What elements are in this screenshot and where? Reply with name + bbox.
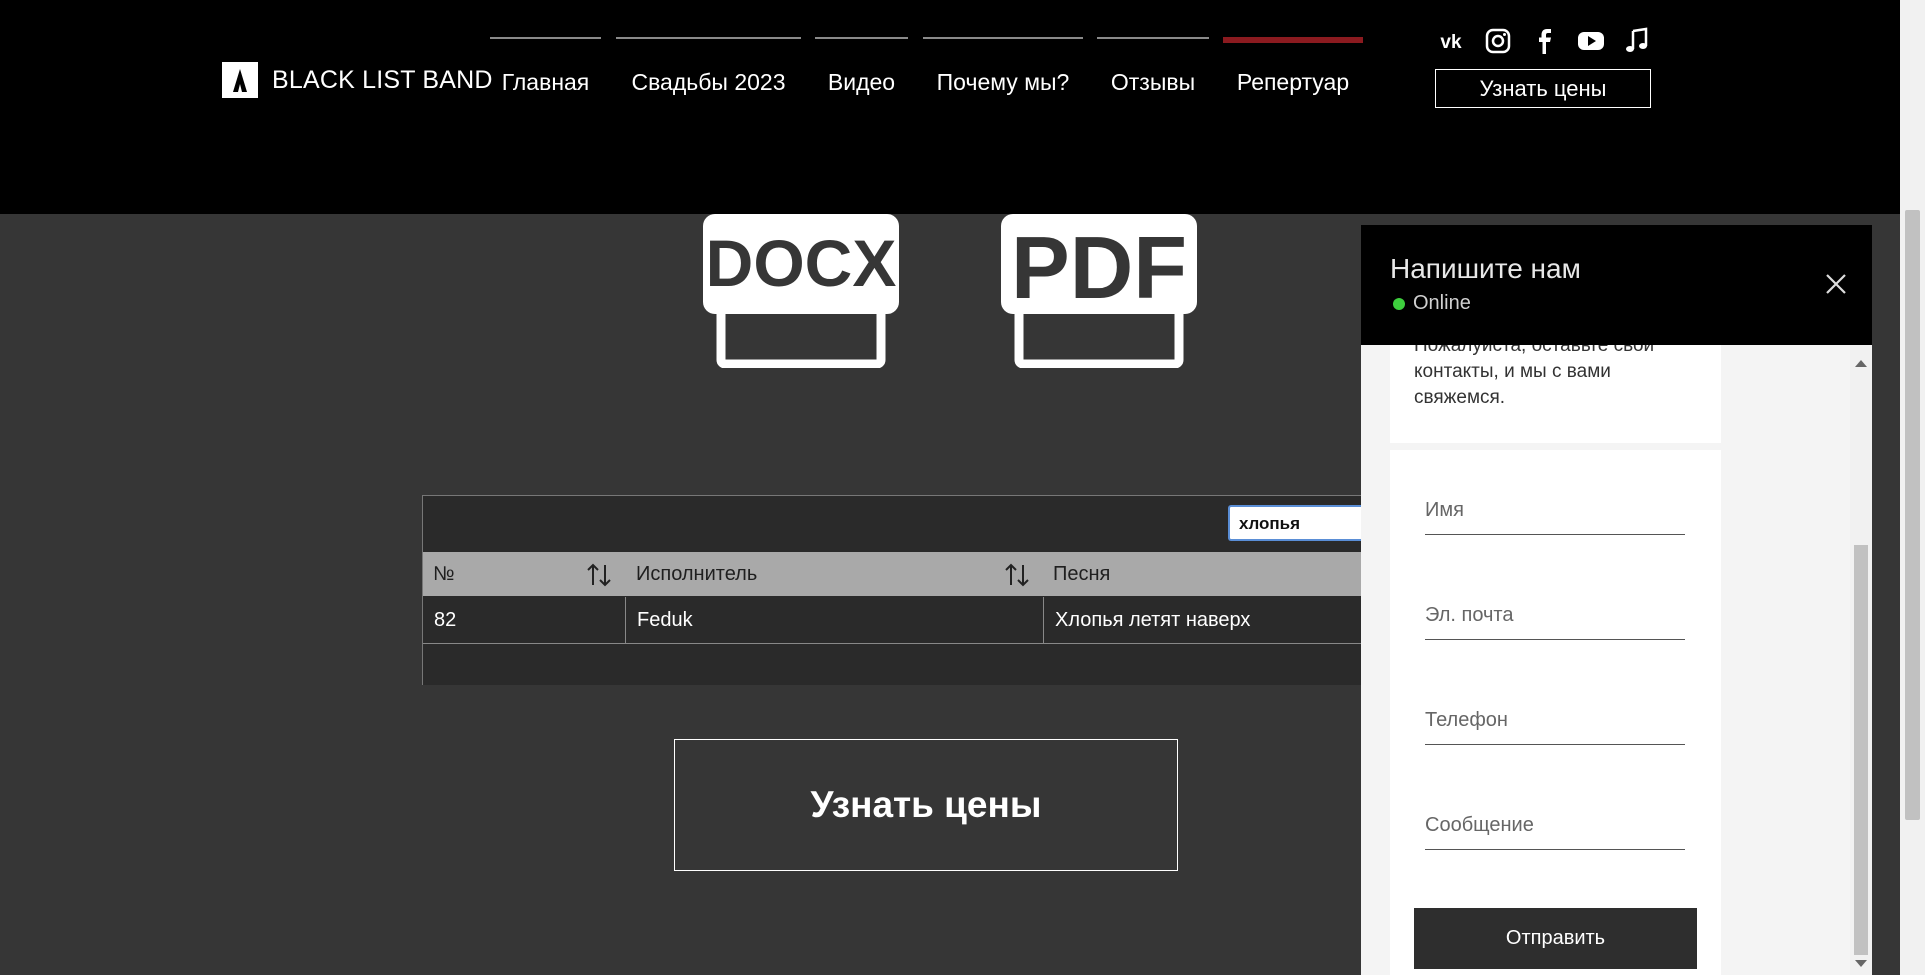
table-header: № Исполнитель Песня: [423, 552, 1363, 596]
nav-item-repertoire[interactable]: Репертуар: [1223, 37, 1363, 97]
column-artist[interactable]: Исполнитель: [636, 552, 757, 596]
nav-label: Свадьбы 2023: [631, 69, 786, 95]
nav-label: Почему мы?: [936, 69, 1070, 95]
sort-icon[interactable]: [585, 561, 613, 589]
vk-icon[interactable]: vk: [1436, 26, 1466, 56]
music-icon[interactable]: [1622, 26, 1652, 56]
nav-label: Репертуар: [1236, 69, 1350, 95]
close-icon[interactable]: [1823, 271, 1849, 297]
scroll-down-icon[interactable]: [1855, 960, 1867, 967]
column-number[interactable]: №: [433, 552, 454, 596]
nav-item-video[interactable]: Видео: [815, 37, 908, 97]
get-prices-button[interactable]: Узнать цены: [674, 739, 1178, 871]
chat-status: Online: [1393, 292, 1471, 315]
phone-input[interactable]: [1425, 698, 1685, 742]
pdf-download-icon[interactable]: PDF: [1001, 214, 1197, 373]
chat-title: Напишите нам: [1390, 253, 1581, 284]
email-input[interactable]: [1425, 593, 1685, 637]
column-song[interactable]: Песня: [1053, 552, 1110, 596]
facebook-icon[interactable]: [1529, 26, 1559, 56]
youtube-icon[interactable]: [1576, 26, 1606, 56]
phone-field[interactable]: [1425, 698, 1685, 745]
svg-text:vk: vk: [1440, 32, 1462, 53]
online-dot-icon: [1393, 297, 1405, 310]
email-field[interactable]: [1425, 593, 1685, 640]
contact-form: Отправить: [1390, 450, 1721, 975]
cell-number: 82: [423, 597, 626, 643]
docx-download-icon[interactable]: DOCX: [703, 214, 899, 373]
table-row: 82 Feduk Хлопья летят наверх: [423, 597, 1363, 644]
table-search-input[interactable]: хлопья: [1228, 505, 1368, 541]
chat-scrollbar[interactable]: [1850, 345, 1872, 975]
submit-button[interactable]: Отправить: [1414, 908, 1697, 969]
chat-body: Пожалуйста, оставьте свои контакты, и мы…: [1390, 335, 1721, 975]
page-scrollbar[interactable]: [1900, 0, 1925, 975]
nav-label: Отзывы: [1110, 69, 1196, 95]
message-field[interactable]: [1425, 803, 1685, 850]
message-input[interactable]: [1425, 803, 1685, 847]
scroll-up-icon[interactable]: [1855, 360, 1867, 367]
nav-label: Главная: [501, 69, 590, 95]
logo-icon: [222, 62, 258, 98]
chat-header: Напишите нам Online: [1361, 225, 1872, 345]
chat-widget: Пожалуйста, оставьте свои контакты, и мы…: [1361, 225, 1872, 975]
page-scrollbar-thumb[interactable]: [1905, 210, 1920, 820]
name-field[interactable]: [1425, 488, 1685, 535]
nav-item-why-us[interactable]: Почему мы?: [923, 37, 1083, 97]
chat-intro-card: Пожалуйста, оставьте свои контакты, и мы…: [1390, 335, 1721, 443]
nav-item-weddings[interactable]: Свадьбы 2023: [616, 37, 801, 97]
chat-status-label: Online: [1413, 292, 1471, 314]
logo[interactable]: BLACK LIST BAND: [222, 62, 493, 98]
instagram-icon[interactable]: [1483, 26, 1513, 56]
nav-item-home[interactable]: Главная: [490, 37, 601, 97]
sort-icon[interactable]: [1003, 561, 1031, 589]
nav-label: Видео: [827, 69, 896, 95]
cell-artist: Feduk: [626, 597, 1044, 643]
logo-text: BLACK LIST BAND: [272, 65, 493, 94]
site-header: BLACK LIST BAND Главная Свадьбы 2023 Вид…: [0, 0, 1900, 214]
pdf-label: PDF: [1011, 218, 1187, 317]
name-input[interactable]: [1425, 488, 1685, 532]
cell-song: Хлопья летят наверх: [1055, 609, 1251, 631]
nav-item-reviews[interactable]: Отзывы: [1097, 37, 1209, 97]
chat-scrollbar-thumb[interactable]: [1854, 545, 1868, 955]
docx-label: DOCX: [706, 226, 897, 300]
header-get-prices-button[interactable]: Узнать цены: [1435, 69, 1651, 108]
